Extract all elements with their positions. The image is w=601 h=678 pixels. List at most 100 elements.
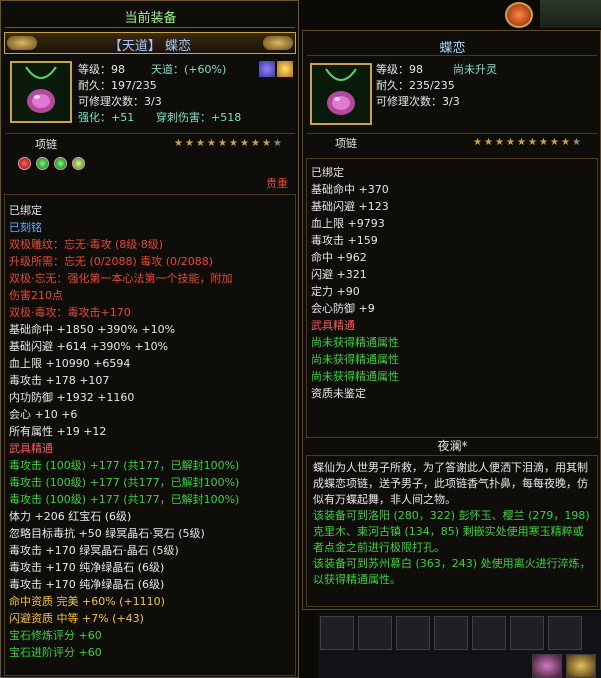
star-filled-icon: ★ [229, 138, 238, 149]
stat-line: 定力 +90 [311, 285, 360, 298]
temper-location-text: 该装备可到苏州慕白 (363，243) 处使用离火进行淬炼，以获得精通属性。 [313, 557, 591, 586]
star-filled-icon: ★ [550, 137, 559, 148]
star-rating: ★ ★ ★ ★ ★ ★ ★ ★ ★ ★ [473, 137, 583, 151]
item-name: 蝶恋 [439, 41, 466, 56]
stat-line: 体力 +206 红宝石 (6级) [9, 510, 132, 523]
stat-line: 命中资质 完美 +60% (+1110) [9, 595, 165, 608]
stat-line: 毒攻击 (100级) +177 (共177，已解封100%) [9, 459, 240, 472]
precious-badge: 贵重 [266, 177, 288, 190]
star-filled-icon: ★ [218, 138, 227, 149]
inventory-slot[interactable] [358, 616, 392, 650]
stat-line: 毒攻击 (100级) +177 (共177，已解封100%) [9, 476, 240, 489]
inventory-slot[interactable] [320, 616, 354, 650]
stat-line: 尚未获得精通属性 [311, 336, 399, 349]
description-box: 蝶仙为人世男子所救，为了答谢此人便洒下泪滴，用其制成蝶恋项链，送予男子，此项链香… [306, 455, 598, 607]
stat-line: 双极·忘无：强化第一本心法第一个技能，附加 [9, 272, 233, 285]
title-divider [307, 55, 597, 56]
inventory-item[interactable] [532, 654, 562, 678]
tiandao-text: 天道：(+60%) [151, 63, 227, 76]
star-filled-icon: ★ [561, 137, 570, 148]
star-empty-icon: ★ [273, 138, 282, 149]
stat-line: 忽略目标毒抗 +50 绿冥晶石·冥石 (5级) [9, 527, 205, 540]
gem-necklace-icon [325, 68, 357, 115]
stat-line: 资质未鉴定 [311, 387, 366, 400]
inventory-slot[interactable] [434, 616, 468, 650]
separator [5, 133, 295, 134]
pierce-damage-text: 穿刺伤害：+518 [156, 111, 242, 124]
stat-line: 武具精通 [9, 442, 53, 455]
buff-icon-1 [259, 61, 275, 77]
inventory-slot-row [318, 612, 601, 678]
star-filled-icon: ★ [495, 137, 504, 148]
stat-line: 宝石进阶评分 +60 [9, 646, 102, 659]
stat-line: 基础闪避 +123 [311, 200, 389, 213]
stat-line: 毒攻击 (100级) +177 (共177，已解封100%) [9, 493, 240, 506]
inventory-item[interactable] [566, 654, 596, 678]
star-rating: ★ ★ ★ ★ ★ ★ ★ ★ ★ ★ [174, 138, 284, 152]
stat-line: 所有属性 +19 +12 [9, 425, 107, 438]
level-text: 等级：98 [376, 63, 423, 76]
gem-socket-red[interactable] [18, 157, 31, 170]
strengthen-text: 强化：+51 [78, 111, 135, 124]
description-title: 夜澜* [437, 439, 468, 453]
stat-line: 已绑定 [9, 204, 42, 217]
compare-equipment-panel: 蝶恋 等级：98 尚未升灵 耐久：235/235 可修理次数：3/3 项链 ★ ★… [302, 30, 601, 610]
stat-line: 基础命中 +1850 +390% +10% [9, 323, 176, 336]
stat-line: 毒攻击 +170 纯净绿晶石 (6级) [9, 561, 165, 574]
star-filled-icon: ★ [251, 138, 260, 149]
stat-line: 闪避资质 中等 +7% (+43) [9, 612, 144, 625]
stat-line: 毒攻击 +159 [311, 234, 378, 247]
stat-line: 血上限 +10990 +6594 [9, 357, 131, 370]
stat-line: 尚未获得精通属性 [311, 353, 399, 366]
item-name-banner: 【天道】 蝶恋 [4, 32, 296, 54]
title-divider [5, 27, 295, 28]
gem-socket-green-3[interactable] [72, 157, 85, 170]
star-filled-icon: ★ [539, 137, 548, 148]
stat-line: 血上限 +9793 [311, 217, 385, 230]
buff-icon-2 [277, 61, 293, 77]
top-right-frame [540, 0, 601, 28]
lore-text: 蝶仙为人世男子所救，为了答谢此人便洒下泪滴，用其制成蝶恋项链，送予男子，此项链香… [313, 461, 588, 506]
star-filled-icon: ★ [196, 138, 205, 149]
gem-socket-green-1[interactable] [36, 157, 49, 170]
star-filled-icon: ★ [240, 138, 249, 149]
item-icon[interactable] [10, 61, 72, 123]
star-filled-icon: ★ [207, 138, 216, 149]
stat-line: 武具精通 [311, 319, 355, 332]
stat-line: 毒攻击 +170 绿冥晶石·晶石 (5级) [9, 544, 179, 557]
stat-line: 双极雕纹：忘无·毒攻 (8级·8级) [9, 238, 164, 251]
item-icon[interactable] [310, 63, 372, 125]
stat-line: 已刻铭 [9, 221, 42, 234]
stat-line: 伤害210点 [9, 289, 63, 302]
ascension-status: 尚未升灵 [453, 63, 497, 76]
panel-title: 当前装备 [124, 11, 177, 26]
stat-line: 宝石修炼评分 +60 [9, 629, 102, 642]
socket-location-text: 该装备可到洛阳 (280，322) 彭怀玉、樱兰 (279，198) 克里木、柬… [313, 509, 590, 554]
top-right-orb-icon[interactable] [505, 2, 533, 28]
star-filled-icon: ★ [484, 137, 493, 148]
star-filled-icon: ★ [473, 137, 482, 148]
stat-line: 双极·毒攻：毒攻击+170 [9, 306, 131, 319]
stat-line: 毒攻击 +178 +107 [9, 374, 110, 387]
gem-socket-green-2[interactable] [54, 157, 67, 170]
stat-line: 毒攻击 +170 纯净绿晶石 (6级) [9, 578, 165, 591]
slot-label: 项链 [35, 138, 57, 151]
repair-count-text: 可修理次数：3/3 [376, 95, 460, 108]
stat-line: 会心 +10 +6 [9, 408, 78, 421]
inventory-slot[interactable] [548, 616, 582, 650]
stat-line: 基础命中 +370 [311, 183, 389, 196]
separator [307, 133, 597, 134]
inventory-slot[interactable] [510, 616, 544, 650]
durability-text: 耐久：197/235 [78, 79, 157, 92]
stat-line: 尚未获得精通属性 [311, 370, 399, 383]
stat-line: 命中 +962 [311, 251, 367, 264]
inventory-slot[interactable] [396, 616, 430, 650]
level-text: 等级：98 [78, 63, 125, 76]
stat-line: 闪避 +321 [311, 268, 367, 281]
item-name: 【天道】 蝶恋 [108, 39, 192, 54]
stat-line: 已绑定 [311, 166, 344, 179]
inventory-slot[interactable] [472, 616, 506, 650]
repair-count-text: 可修理次数：3/3 [78, 95, 162, 108]
gem-necklace-icon [25, 66, 57, 113]
star-filled-icon: ★ [528, 137, 537, 148]
